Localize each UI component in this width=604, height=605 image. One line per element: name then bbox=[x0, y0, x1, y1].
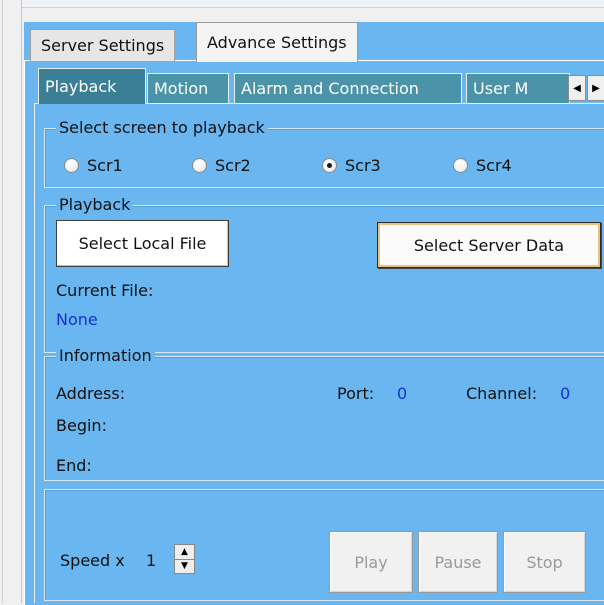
chevron-down-icon[interactable]: ▼ bbox=[175, 558, 194, 574]
end-label: End: bbox=[56, 456, 92, 475]
radio-scr4-label: Scr4 bbox=[476, 156, 512, 175]
tab-motion[interactable]: Motion bbox=[147, 73, 229, 103]
window-left-edge bbox=[0, 0, 22, 603]
radio-scr2[interactable]: Scr2 bbox=[192, 156, 251, 175]
select-server-data-label: Select Server Data bbox=[413, 235, 565, 255]
speed-spinner[interactable]: ▲ ▼ bbox=[174, 544, 195, 574]
speed-value: 1 bbox=[146, 551, 157, 570]
play-button-label: Play bbox=[354, 552, 388, 572]
radio-scr4[interactable]: Scr4 bbox=[453, 156, 512, 175]
tab-playback[interactable]: Playback bbox=[38, 68, 146, 104]
pause-button[interactable]: Pause bbox=[418, 531, 498, 593]
tab-scroll-right-button[interactable]: ▶ bbox=[587, 75, 604, 101]
radio-scr1[interactable]: Scr1 bbox=[64, 156, 123, 175]
port-label: Port: bbox=[337, 384, 375, 403]
tab-advance-settings[interactable]: Advance Settings bbox=[196, 22, 358, 62]
current-file-label: Current File: bbox=[56, 281, 154, 300]
radio-scr4-indicator bbox=[453, 158, 468, 173]
speed-label: Speed x bbox=[60, 551, 125, 570]
tab-playback-label: Playback bbox=[45, 77, 117, 96]
tab-alarm-and-connection[interactable]: Alarm and Connection bbox=[234, 73, 462, 103]
tab-advance-settings-label: Advance Settings bbox=[207, 33, 347, 52]
radio-scr1-indicator bbox=[64, 158, 79, 173]
select-server-data-button[interactable]: Select Server Data bbox=[377, 222, 601, 268]
channel-value: 0 bbox=[560, 384, 571, 403]
current-file-value: None bbox=[56, 310, 98, 329]
begin-label: Begin: bbox=[56, 416, 107, 435]
radio-scr3-label: Scr3 bbox=[345, 156, 381, 175]
chevron-up-icon[interactable]: ▲ bbox=[175, 545, 194, 559]
radio-scr2-label: Scr2 bbox=[215, 156, 251, 175]
arrow-left-icon: ◀ bbox=[573, 82, 581, 94]
tab-user-management-label: User M bbox=[473, 79, 529, 98]
tab-alarm-and-connection-label: Alarm and Connection bbox=[241, 79, 419, 98]
tab-server-settings-label: Server Settings bbox=[41, 36, 165, 55]
radio-scr3[interactable]: Scr3 bbox=[322, 156, 381, 175]
radio-scr3-indicator bbox=[322, 158, 337, 173]
channel-label: Channel: bbox=[466, 384, 538, 403]
information-group-title: Information bbox=[56, 347, 155, 365]
pause-button-label: Pause bbox=[434, 552, 482, 572]
select-screen-group-title: Select screen to playback bbox=[56, 119, 268, 137]
playback-group-title: Playback bbox=[56, 196, 134, 214]
radio-scr1-label: Scr1 bbox=[87, 156, 123, 175]
radio-scr2-indicator bbox=[192, 158, 207, 173]
stop-button[interactable]: Stop bbox=[503, 531, 586, 593]
address-label: Address: bbox=[56, 384, 126, 403]
tab-scroll-left-button[interactable]: ◀ bbox=[568, 75, 586, 101]
tab-user-management[interactable]: User M bbox=[466, 73, 570, 103]
information-group bbox=[44, 356, 604, 481]
arrow-right-icon: ▶ bbox=[592, 82, 600, 94]
port-value: 0 bbox=[397, 384, 408, 403]
tab-motion-label: Motion bbox=[154, 79, 209, 98]
stop-button-label: Stop bbox=[526, 552, 563, 572]
play-button[interactable]: Play bbox=[329, 531, 413, 593]
window-top-edge bbox=[0, 0, 604, 8]
select-local-file-button[interactable]: Select Local File bbox=[56, 220, 229, 267]
select-local-file-label: Select Local File bbox=[78, 234, 207, 253]
tab-server-settings[interactable]: Server Settings bbox=[30, 29, 176, 61]
